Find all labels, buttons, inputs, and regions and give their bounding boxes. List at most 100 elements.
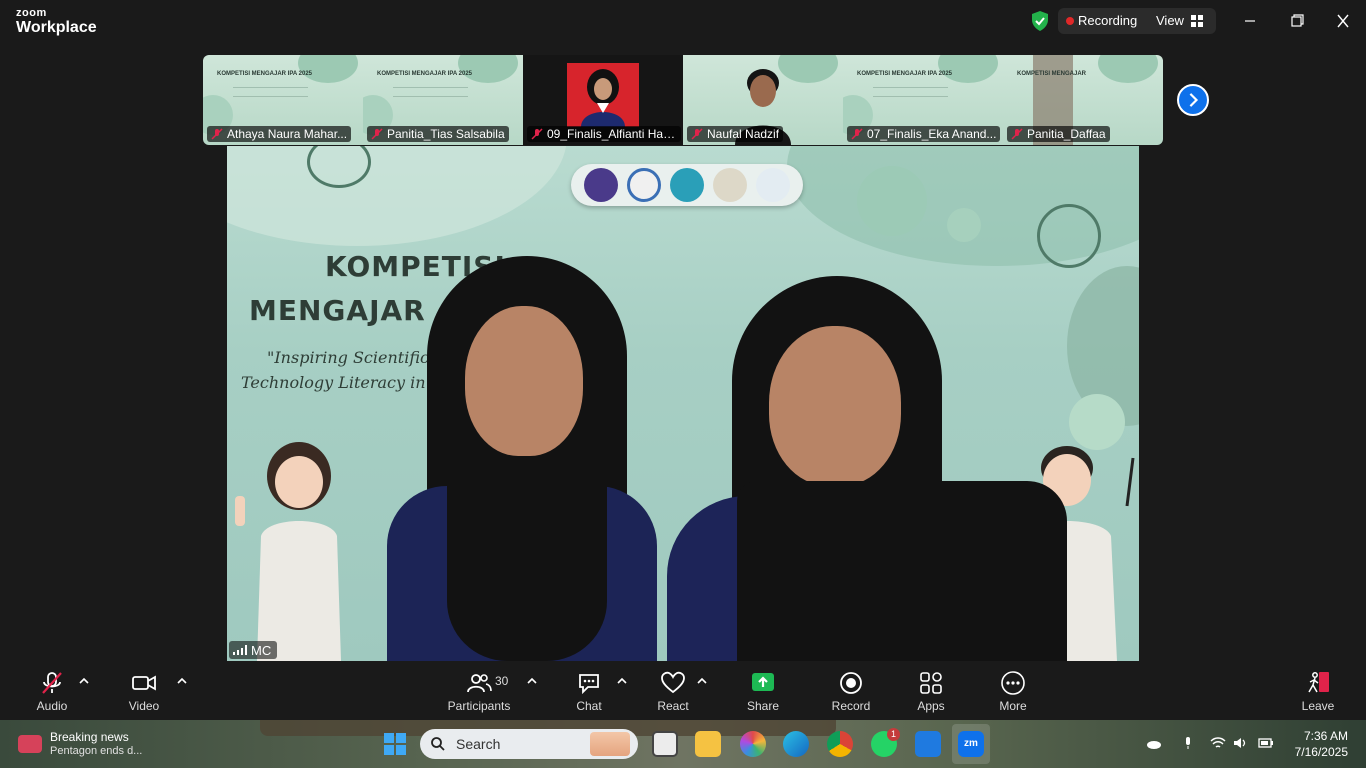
participant-thumbnail-strip: KOMPETISI MENGAJAR IPA 2025 Athaya Naura…	[203, 55, 1163, 145]
university-logo	[583, 168, 618, 202]
minimize-icon[interactable]	[1238, 10, 1262, 32]
next-page-icon[interactable]	[1177, 84, 1209, 116]
slide-decoration	[857, 166, 927, 236]
video-label: Video	[128, 699, 160, 713]
news-subtitle: Pentagon ends d...	[50, 745, 143, 757]
slide-title-text: KOMPETISI MENGAJAR	[1017, 71, 1087, 77]
record-button[interactable]: Record	[828, 662, 874, 720]
whatsapp-notification-badge: 1	[887, 728, 900, 741]
chrome-browser-icon[interactable]	[827, 731, 853, 757]
main-speaker-video: KOMPETISI MENGAJAR "Inspiring Scientific…	[227, 146, 1139, 661]
slide-title-line2: MENGAJAR	[249, 294, 426, 327]
brand-zoom: zoom	[16, 7, 47, 19]
restore-icon[interactable]	[1285, 10, 1309, 32]
participant-nameplate: 09_Finalis_Alfianti Has...	[527, 126, 681, 142]
zoom-app-icon: zm	[958, 731, 984, 757]
audio-button[interactable]: Audio	[28, 662, 76, 720]
store-icon[interactable]	[915, 731, 941, 757]
slide-logo-bar	[571, 164, 803, 206]
task-view-icon[interactable]	[652, 731, 678, 757]
mic-muted-icon	[851, 128, 863, 140]
participant-tile[interactable]: KOMPETISI MENGAJAR IPA 2025 07_Finalis_E…	[843, 55, 1003, 145]
slide-subtitle-line	[233, 87, 308, 97]
react-button[interactable]: React	[650, 662, 696, 720]
clock-time: 7:36 AM	[1303, 729, 1348, 743]
share-button[interactable]: Share	[740, 662, 786, 720]
close-icon[interactable]	[1331, 10, 1355, 32]
participant-tile[interactable]: 09_Finalis_Alfianti Has...	[523, 55, 683, 145]
participants-button[interactable]: Participants	[444, 662, 514, 720]
chat-label: Chat	[576, 699, 602, 713]
windows-start-icon[interactable]	[383, 732, 407, 756]
file-explorer-icon[interactable]	[695, 731, 721, 757]
participant-tile[interactable]: KOMPETISI MENGAJAR Panitia_Daffaa	[1003, 55, 1163, 145]
presenter-face	[465, 306, 583, 456]
participant-tile[interactable]: KOMPETISI MENGAJAR IPA 2025 Athaya Naura…	[203, 55, 363, 145]
presenter-right	[667, 276, 1077, 661]
app-logo: zoom Workplace	[16, 8, 97, 36]
leave-door-icon	[1308, 672, 1329, 693]
windows-taskbar: Breaking news Pentagon ends d... Search …	[0, 720, 1366, 768]
participant-tile[interactable]: Naufal Nadzif	[683, 55, 843, 145]
book-logo	[756, 168, 791, 202]
chat-button[interactable]: Chat	[566, 662, 612, 720]
video-camera-icon	[132, 675, 156, 691]
participant-tile[interactable]: KOMPETISI MENGAJAR IPA 2025 Panitia_Tias…	[363, 55, 523, 145]
mic-muted-icon	[691, 128, 703, 140]
slide-decoration	[227, 146, 567, 246]
react-options-chevron-icon[interactable]	[696, 676, 708, 686]
leave-button[interactable]: Leave	[1294, 662, 1342, 720]
slide-title-text: KOMPETISI MENGAJAR IPA 2025	[857, 71, 953, 77]
video-button[interactable]: Video	[120, 662, 168, 720]
system-clock[interactable]: 7:36 AM 7/16/2025	[1295, 728, 1348, 760]
security-shield-icon[interactable]	[1030, 10, 1050, 32]
cloud-icon[interactable]	[1146, 736, 1162, 750]
participant-nameplate: 07_Finalis_Eka Anand...	[847, 126, 1001, 142]
video-options-chevron-icon[interactable]	[176, 676, 188, 686]
participants-count: 30	[495, 674, 509, 688]
participant-name: Panitia_Tias Salsabila	[387, 127, 505, 141]
speaker-nameplate: MC	[229, 641, 278, 659]
microphone-icon[interactable]	[1180, 736, 1196, 750]
participant-nameplate: Naufal Nadzif	[687, 126, 784, 142]
taskbar-search-input[interactable]: Search	[420, 729, 638, 759]
presenter-face	[769, 326, 901, 486]
presenter-left	[387, 256, 667, 661]
brand-workplace: Workplace	[16, 19, 97, 36]
apps-label: Apps	[917, 699, 945, 713]
search-placeholder: Search	[456, 736, 501, 752]
participant-name: Athaya Naura Mahar...	[227, 127, 348, 141]
participant-name: Panitia_Daffaa	[1027, 127, 1106, 141]
participant-name: 09_Finalis_Alfianti Has...	[547, 127, 677, 141]
volume-icon[interactable]	[1233, 736, 1249, 750]
audio-label: Audio	[36, 699, 68, 713]
participants-options-chevron-icon[interactable]	[526, 676, 538, 686]
more-button[interactable]: More	[990, 662, 1036, 720]
participants-icon	[467, 674, 492, 693]
participant-nameplate: Panitia_Daffaa	[1007, 126, 1110, 142]
slide-decoration	[1098, 55, 1158, 83]
leave-label: Leave	[1301, 699, 1335, 713]
audio-options-chevron-icon[interactable]	[78, 676, 90, 686]
slide-subtitle-line	[393, 87, 468, 97]
recording-label[interactable]: Recording	[1078, 13, 1137, 28]
participant-nameplate: Athaya Naura Mahar...	[207, 126, 352, 142]
apps-grid-icon	[920, 672, 942, 694]
zoom-taskbar-item[interactable]: zm	[952, 724, 990, 764]
slide-decoration	[947, 208, 981, 242]
chat-options-chevron-icon[interactable]	[616, 676, 628, 686]
apps-button[interactable]: Apps	[908, 662, 954, 720]
record-icon	[840, 672, 862, 694]
battery-icon[interactable]	[1258, 736, 1274, 750]
recording-view-pill[interactable]: Recording View	[1058, 8, 1216, 34]
copilot-icon[interactable]	[740, 731, 766, 757]
wifi-icon[interactable]	[1210, 736, 1226, 750]
grid-view-icon[interactable]	[1191, 15, 1203, 27]
edge-browser-icon[interactable]	[783, 731, 809, 757]
slide-title-text: KOMPETISI MENGAJAR IPA 2025	[377, 71, 473, 77]
participant-photo	[567, 63, 639, 127]
view-button[interactable]: View	[1156, 13, 1184, 28]
mic-muted-icon	[531, 128, 543, 140]
search-highlight-image	[590, 732, 630, 756]
speaker-name: MC	[251, 642, 272, 658]
